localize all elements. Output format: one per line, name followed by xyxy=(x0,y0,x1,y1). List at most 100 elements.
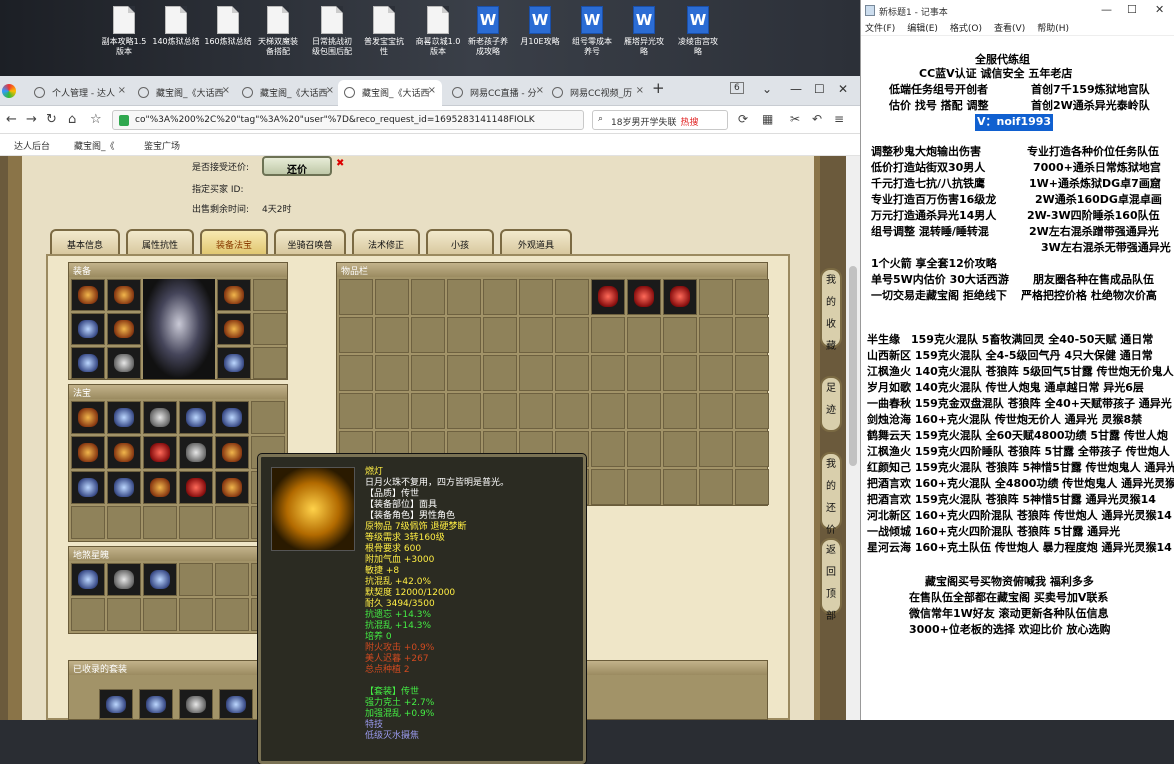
inventory-slot[interactable] xyxy=(107,598,141,631)
bookmark-item[interactable]: 达人后台 xyxy=(14,139,50,152)
inventory-slot[interactable] xyxy=(179,436,213,469)
equip-slot[interactable] xyxy=(217,279,251,311)
inventory-slot[interactable] xyxy=(627,431,661,467)
inventory-slot[interactable] xyxy=(555,355,589,391)
inventory-slot[interactable] xyxy=(339,393,373,429)
menu-item[interactable]: 编辑(E) xyxy=(907,24,938,34)
inventory-slot[interactable] xyxy=(735,469,769,505)
inventory-slot[interactable] xyxy=(735,317,769,353)
equip-slot[interactable] xyxy=(107,313,141,345)
desktop-icon[interactable]: 商晷苡城1.0 版本 xyxy=(413,6,463,57)
inventory-slot[interactable] xyxy=(627,355,661,391)
inventory-slot[interactable] xyxy=(591,431,625,467)
inventory-slot[interactable] xyxy=(663,355,697,391)
inventory-slot[interactable] xyxy=(483,355,517,391)
inventory-slot[interactable] xyxy=(447,317,481,353)
inventory-slot[interactable] xyxy=(339,279,373,315)
inventory-slot[interactable] xyxy=(107,401,141,434)
close-icon[interactable]: ✕ xyxy=(838,82,848,96)
search-input[interactable]: ⌕ 18岁男开学失联 热搜 xyxy=(592,110,728,130)
browser-tab[interactable]: 个人管理 - 达人 × xyxy=(28,80,132,106)
inventory-slot[interactable] xyxy=(339,355,373,391)
inventory-slot[interactable] xyxy=(107,436,141,469)
back-icon[interactable]: ← xyxy=(6,112,17,127)
desktop-icon[interactable]: 天梯双魔装 备搭配 xyxy=(253,6,303,57)
menu-item[interactable]: 文件(F) xyxy=(865,24,895,34)
desktop-icon[interactable]: W 凌绫宙宫攻 略 xyxy=(673,6,723,57)
close-tab-icon[interactable]: × xyxy=(636,85,644,96)
inventory-slot[interactable] xyxy=(71,401,105,434)
equip-slot[interactable] xyxy=(71,279,105,311)
inventory-slot[interactable] xyxy=(215,471,249,504)
inventory-slot[interactable] xyxy=(179,598,213,631)
inventory-slot[interactable] xyxy=(735,279,769,315)
inventory-slot[interactable] xyxy=(447,393,481,429)
inventory-slot[interactable] xyxy=(215,436,249,469)
desktop-icon[interactable]: 普发宝宝抗 性 xyxy=(359,6,409,57)
tab-count-badge[interactable]: 6 xyxy=(730,82,744,94)
inventory-slot[interactable] xyxy=(71,506,105,539)
inventory-slot[interactable] xyxy=(627,393,661,429)
desktop-icon[interactable]: W 组号零成本 养号 xyxy=(567,6,617,57)
game-tab[interactable]: 小孩 xyxy=(426,229,494,255)
inventory-slot[interactable] xyxy=(735,431,769,467)
inventory-slot[interactable] xyxy=(143,436,177,469)
inventory-slot[interactable] xyxy=(215,598,249,631)
inventory-slot[interactable] xyxy=(663,393,697,429)
inventory-slot[interactable] xyxy=(663,279,697,315)
inventory-slot[interactable] xyxy=(699,279,733,315)
browser-logo-icon[interactable] xyxy=(2,84,16,98)
inventory-slot[interactable] xyxy=(483,279,517,315)
extension-icon[interactable]: ▦ xyxy=(762,112,773,126)
inventory-slot[interactable] xyxy=(375,355,409,391)
menu-item[interactable]: 查看(V) xyxy=(994,24,1025,34)
desktop-icon[interactable]: 160炼狱总结 xyxy=(203,6,253,47)
inventory-slot[interactable] xyxy=(375,279,409,315)
inventory-slot[interactable] xyxy=(519,279,553,315)
close-tab-icon[interactable]: × xyxy=(428,85,436,96)
browser-tab[interactable]: 网易CC直播 - 分 × xyxy=(446,80,550,106)
desktop-icon[interactable]: W 月10E攻略 xyxy=(515,6,565,47)
inventory-slot[interactable] xyxy=(699,469,733,505)
inventory-slot[interactable] xyxy=(591,393,625,429)
browser-tab[interactable]: 藏宝阁_《大话西 × xyxy=(236,80,340,106)
new-tab-icon[interactable]: + xyxy=(652,79,665,97)
desktop-icon[interactable]: W 雁塔异光攻 略 xyxy=(619,6,669,57)
inventory-slot[interactable] xyxy=(339,317,373,353)
inventory-slot[interactable] xyxy=(375,393,409,429)
equip-slot[interactable] xyxy=(71,313,105,345)
game-tab[interactable]: 属性抗性 xyxy=(126,229,194,255)
game-tab[interactable]: 坐骑召唤兽 xyxy=(274,229,346,255)
menu-item[interactable]: 帮助(H) xyxy=(1037,24,1069,34)
inventory-slot[interactable] xyxy=(411,317,445,353)
inventory-slot[interactable] xyxy=(375,317,409,353)
inventory-slot[interactable] xyxy=(699,355,733,391)
desktop-icon[interactable]: 140炼狱总结 xyxy=(151,6,201,47)
desktop-icon[interactable]: 日常挑战初 级包围后配 xyxy=(307,6,357,57)
scrollbar-thumb[interactable] xyxy=(849,266,857,466)
reload-icon[interactable]: ↻ xyxy=(46,112,57,127)
inventory-slot[interactable] xyxy=(627,469,661,505)
inventory-slot[interactable] xyxy=(663,431,697,467)
close-icon[interactable]: ✕ xyxy=(1155,3,1164,16)
forward-icon[interactable]: → xyxy=(26,112,37,127)
inventory-slot[interactable] xyxy=(179,471,213,504)
equip-slot[interactable] xyxy=(253,347,287,379)
inventory-slot[interactable] xyxy=(251,401,285,434)
side-button[interactable]: 我的还价 xyxy=(820,452,842,536)
url-input[interactable]: co"%3A%200%2C%20"tag"%3A%20"user"%7D&rec… xyxy=(112,110,584,130)
inventory-slot[interactable] xyxy=(71,598,105,631)
game-tab[interactable]: 外观道具 xyxy=(500,229,572,255)
close-tab-icon[interactable]: × xyxy=(536,85,544,96)
menu-icon[interactable]: ≡ xyxy=(834,112,844,126)
suit-item[interactable] xyxy=(99,689,133,719)
bookmark-item[interactable]: 鉴宝广场 xyxy=(144,139,180,152)
inventory-slot[interactable] xyxy=(627,279,661,315)
inventory-slot[interactable] xyxy=(483,317,517,353)
inventory-slot[interactable] xyxy=(447,355,481,391)
game-tab[interactable]: 装备法宝 xyxy=(200,229,268,255)
inventory-slot[interactable] xyxy=(411,355,445,391)
undo-icon[interactable]: ↶ xyxy=(812,112,822,126)
inventory-slot[interactable] xyxy=(179,506,213,539)
side-button[interactable]: 足迹 xyxy=(820,376,842,432)
